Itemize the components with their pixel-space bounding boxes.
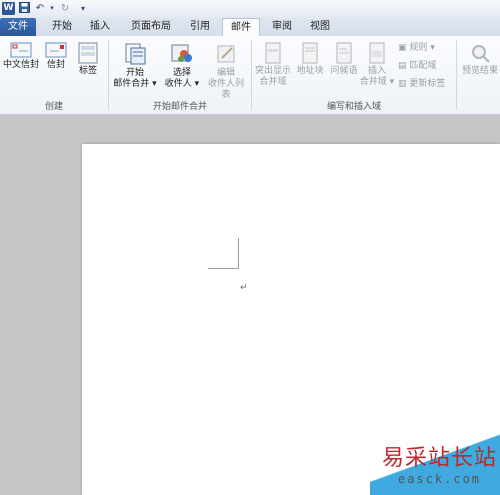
edit-list-icon	[217, 45, 235, 63]
save-icon[interactable]	[18, 2, 30, 15]
redo-icon[interactable]: ↻	[59, 2, 71, 15]
rules-icon: ▣	[398, 43, 410, 53]
insert-merge-field-button[interactable]: 插入 合并域 ▾	[359, 42, 395, 88]
envelope-button[interactable]: 信封	[42, 42, 70, 71]
select-recipients-button[interactable]: 选择 收件人 ▾	[160, 42, 204, 90]
undo-dropdown-icon[interactable]: ▾	[46, 2, 58, 15]
update-labels-button[interactable]: ▥ 更新标签	[398, 78, 445, 90]
tab-file[interactable]: 文件	[0, 18, 36, 36]
match-fields-label: 匹配域	[409, 61, 437, 71]
preview-results-button[interactable]: 预览结果	[458, 42, 500, 77]
highlight-merge-fields-label-1: 突出显示	[254, 66, 291, 76]
envelope-label: 信封	[46, 60, 65, 70]
undo-icon[interactable]: ↶	[34, 2, 46, 15]
group-write-insert-fields: 突出显示 合并域 地址块 问候语 插入 合并域 ▾ ▣ 规则 ▾ ▤ 匹配域 ▥…	[253, 36, 455, 114]
word-app-icon[interactable]: W	[2, 2, 15, 15]
chinese-envelope-label: 中文信封	[2, 60, 39, 70]
edit-recipient-list-label-2: 收件人列表	[207, 79, 244, 100]
address-block-label: 地址块	[296, 66, 324, 76]
quick-access-toolbar: W ↶ ▾ ↻ ▾	[0, 0, 500, 18]
tab-references[interactable]: 引用	[184, 18, 216, 36]
rules-label: 规则 ▾	[409, 43, 435, 53]
group-start-mail-merge: 开始 邮件合并 ▾ 选择 收件人 ▾ 编辑 收件人列表 开始邮件合并	[110, 36, 250, 114]
tab-review[interactable]: 审阅	[266, 18, 298, 36]
update-labels-label: 更新标签	[409, 79, 446, 89]
edit-recipient-list-button[interactable]: 编辑 收件人列表	[204, 42, 248, 101]
group-write-insert-label: 编写和插入域	[326, 102, 381, 112]
update-labels-icon: ▥	[398, 79, 410, 89]
insert-field-icon	[369, 42, 385, 64]
tab-home[interactable]: 开始	[46, 18, 78, 36]
margin-corner-mark	[238, 238, 239, 268]
tab-page-layout[interactable]: 页面布局	[124, 18, 178, 36]
match-fields-icon: ▤	[398, 61, 410, 71]
select-recipients-label-2: 收件人 ▾	[164, 79, 200, 89]
envelope-icon	[45, 42, 67, 58]
group-create-label: 创建	[44, 102, 63, 112]
recipients-icon	[171, 44, 192, 62]
start-mail-merge-button[interactable]: 开始 邮件合并 ▾	[112, 42, 158, 90]
ribbon-tab-bar: 文件 开始 插入 页面布局 引用 邮件 审阅 视图	[0, 18, 500, 37]
highlight-merge-fields-button[interactable]: 突出显示 合并域	[253, 42, 293, 88]
tab-mailings[interactable]: 邮件	[222, 18, 260, 37]
labels-label: 标签	[78, 66, 97, 76]
group-create: 中文信封 信封 标签 创建	[0, 36, 108, 114]
labels-button[interactable]: 标签	[74, 42, 102, 77]
group-separator	[108, 40, 109, 110]
watermark-url: easck.com	[398, 472, 482, 486]
insert-merge-field-label-1: 插入	[367, 66, 386, 76]
preview-results-label: 预览结果	[461, 66, 498, 76]
mail-merge-icon	[125, 43, 146, 65]
match-fields-button[interactable]: ▤ 匹配域	[398, 60, 436, 72]
ribbon-panel: 中文信封 信封 标签 创建 开始 邮件合并 ▾ 选择 收件人 ▾ 编辑 收件人列…	[0, 36, 500, 115]
watermark-site-name: 易采站长站	[382, 446, 498, 471]
paragraph-mark: ↵	[240, 283, 248, 293]
group-separator	[251, 40, 252, 110]
tab-view[interactable]: 视图	[304, 18, 336, 36]
highlight-fields-icon	[265, 42, 281, 64]
highlight-merge-fields-label-2: 合并域	[259, 77, 287, 87]
tab-insert[interactable]: 插入	[84, 18, 116, 36]
group-preview-results: 预览结果	[458, 36, 500, 114]
magnifier-icon	[472, 45, 490, 63]
edit-recipient-list-label-1: 编辑	[216, 68, 235, 78]
insert-merge-field-label-2: 合并域 ▾	[359, 77, 395, 87]
greeting-line-icon	[336, 42, 352, 64]
start-mail-merge-label-2: 邮件合并 ▾	[113, 79, 157, 89]
rules-button[interactable]: ▣ 规则 ▾	[398, 42, 435, 54]
margin-corner-mark	[208, 268, 239, 269]
greeting-line-label: 问候语	[330, 66, 358, 76]
chinese-envelope-button[interactable]: 中文信封	[2, 42, 40, 71]
select-recipients-label-1: 选择	[172, 68, 191, 78]
labels-icon	[78, 42, 98, 64]
customize-toolbar-icon[interactable]: ▾	[77, 2, 89, 15]
group-separator	[456, 40, 457, 110]
greeting-line-button[interactable]: 问候语	[327, 42, 361, 77]
address-block-button[interactable]: 地址块	[293, 42, 327, 77]
group-start-mail-merge-label: 开始邮件合并	[152, 102, 207, 112]
chinese-envelope-icon	[10, 42, 32, 58]
start-mail-merge-label-1: 开始	[125, 68, 144, 78]
address-block-icon	[302, 42, 318, 64]
